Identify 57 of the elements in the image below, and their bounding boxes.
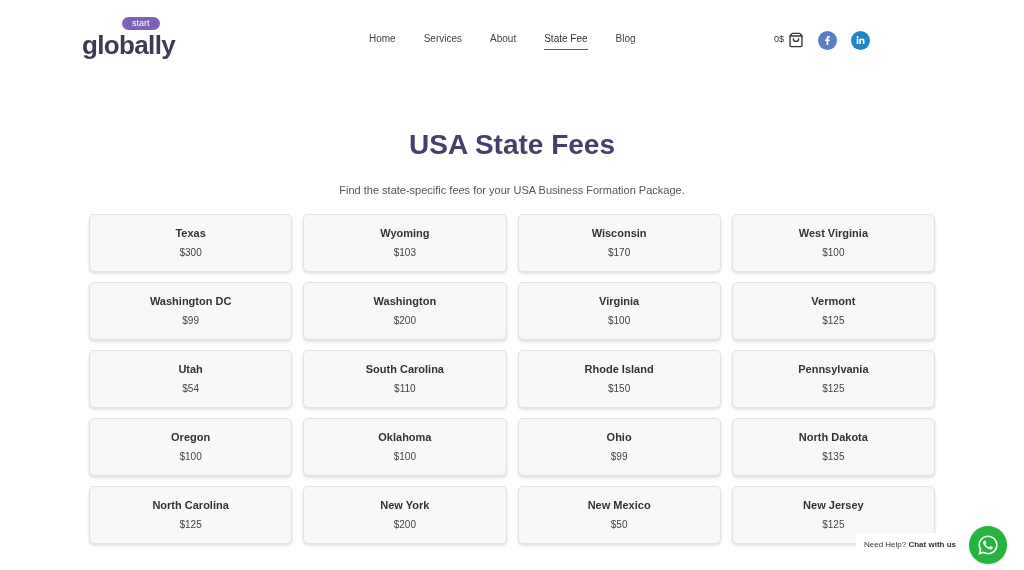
linkedin-glyph-icon: [856, 35, 865, 45]
state-name: Texas: [175, 227, 206, 239]
state-name: New York: [380, 499, 430, 511]
state-fee: $99: [610, 451, 628, 462]
state-name: West Virginia: [798, 227, 868, 239]
state-fee: $54: [182, 383, 199, 394]
nav-link[interactable]: About: [490, 30, 517, 50]
state-name: North Dakota: [798, 431, 868, 443]
state-fee: $103: [393, 247, 416, 258]
state-fee: $99: [182, 315, 199, 326]
state-name: Oregon: [171, 431, 211, 443]
state-fee: $125: [179, 519, 202, 530]
state-fee: $200: [393, 519, 416, 530]
nav-link[interactable]: Blog: [615, 30, 636, 50]
page-subtitle: Find the state-specific fees for your USA Business Formation Package.: [338, 183, 686, 198]
nav-link[interactable]: Home: [369, 30, 396, 50]
state-name: Wyoming: [380, 227, 430, 239]
state-fee: $125: [822, 383, 845, 394]
whatsapp-button[interactable]: [969, 526, 1007, 564]
page-heading: USA State Fees: [408, 131, 616, 159]
state-name: New Jersey: [803, 499, 864, 511]
facebook-icon[interactable]: [818, 30, 837, 50]
state-fee: $110: [394, 383, 416, 394]
state-fee: $200: [393, 315, 416, 326]
state-name: Wisconsin: [591, 227, 647, 239]
state-fee: $100: [179, 451, 202, 462]
nav-link[interactable]: Services: [423, 30, 463, 50]
logo-wordmark[interactable]: globally: [82, 32, 176, 58]
state-name: Washington: [373, 295, 437, 307]
state-name: Virginia: [599, 295, 640, 307]
state-name: Pennsylvania: [798, 363, 869, 375]
state-fee: $135: [822, 451, 845, 462]
cart-icon[interactable]: [788, 32, 804, 48]
state-fee: $125: [822, 315, 845, 326]
state-fee: $150: [608, 383, 631, 394]
facebook-glyph-icon: [823, 35, 832, 45]
state-fee: $300: [179, 247, 202, 258]
state-name: Oklahoma: [378, 431, 432, 443]
state-name: Rhode Island: [584, 363, 654, 375]
nav-link[interactable]: State Fee: [544, 30, 588, 50]
state-fee: $170: [608, 247, 631, 258]
state-name: South Carolina: [365, 363, 444, 375]
state-fee: $100: [608, 315, 631, 326]
state-fee: $50: [610, 519, 628, 530]
linkedin-icon[interactable]: [851, 30, 870, 50]
state-name: Washington DC: [149, 295, 232, 307]
state-name: North Carolina: [152, 499, 229, 511]
state-fee: $100: [393, 451, 416, 462]
cart-amount: 0$: [774, 33, 784, 47]
state-name: Ohio: [606, 431, 632, 443]
state-fee: $100: [822, 247, 845, 258]
state-fee: $125: [822, 519, 845, 530]
logo-badge: start: [122, 17, 160, 30]
whatsapp-icon: [977, 534, 999, 556]
state-name: New Mexico: [587, 499, 651, 511]
state-name: Utah: [178, 363, 203, 375]
state-name: Vermont: [811, 295, 856, 307]
